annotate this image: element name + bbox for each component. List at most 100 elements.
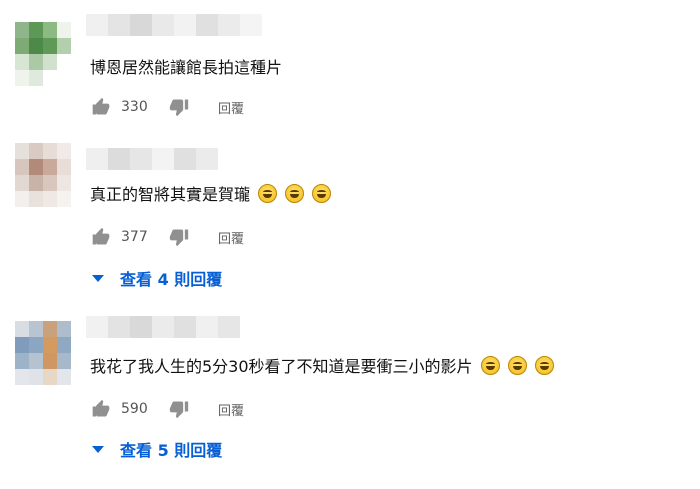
avatar-pixel xyxy=(57,353,71,369)
avatar-pixel xyxy=(29,22,43,38)
thumbs-down-icon[interactable] xyxy=(168,227,190,247)
comment-actions: 377 回覆 xyxy=(90,226,244,248)
avatar-pixel xyxy=(29,38,43,54)
author-pixel xyxy=(152,148,174,170)
avatar-pixel xyxy=(15,70,29,86)
view-replies-button[interactable]: 查看 5 則回覆 xyxy=(90,437,222,461)
avatar-pixel xyxy=(43,191,57,207)
avatar-pixel xyxy=(57,369,71,385)
avatar-pixel xyxy=(57,337,71,353)
avatar-pixel xyxy=(43,175,57,191)
comment-text: 真正的智將其實是賀瓏 xyxy=(90,184,332,206)
thumbs-up-icon[interactable] xyxy=(90,97,112,117)
avatar-pixel xyxy=(43,38,57,54)
avatar-pixel xyxy=(57,70,71,86)
author-name-blurred[interactable] xyxy=(86,316,240,338)
thumbs-down-icon[interactable] xyxy=(168,399,190,419)
author-pixel xyxy=(86,316,108,338)
author-pixel xyxy=(108,148,130,170)
avatar-pixel xyxy=(15,159,29,175)
avatar-pixel xyxy=(15,353,29,369)
caret-down-icon xyxy=(92,274,104,282)
author-pixel xyxy=(108,14,130,36)
avatar-pixel xyxy=(43,70,57,86)
avatar-pixel xyxy=(15,321,29,337)
avatar-pixel xyxy=(57,22,71,38)
author-pixel xyxy=(130,316,152,338)
author-pixel xyxy=(86,148,108,170)
avatar-pixel xyxy=(43,22,57,38)
avatar-pixel xyxy=(29,143,43,159)
thumbs-down-icon[interactable] xyxy=(168,97,190,117)
reply-button[interactable]: 回覆 xyxy=(218,228,244,247)
author-pixel xyxy=(152,316,174,338)
avatar-pixel xyxy=(29,54,43,70)
comment-actions: 330 回覆 xyxy=(90,96,244,118)
avatar[interactable] xyxy=(15,321,71,385)
author-pixel xyxy=(86,14,108,36)
author-name-blurred[interactable] xyxy=(86,14,262,36)
caret-down-icon xyxy=(92,445,104,453)
view-replies-label: 查看 5 則回覆 xyxy=(120,441,223,460)
laughing-emoji-icon xyxy=(285,184,305,203)
thumbs-up-icon[interactable] xyxy=(90,227,112,247)
avatar-pixel xyxy=(43,159,57,175)
author-pixel xyxy=(108,316,130,338)
comment-actions: 590 回覆 xyxy=(90,398,244,420)
avatar-pixel xyxy=(15,54,29,70)
view-replies-button[interactable]: 查看 4 則回覆 xyxy=(90,266,222,290)
author-pixel xyxy=(196,14,218,36)
author-pixel xyxy=(196,316,218,338)
avatar-pixel xyxy=(57,38,71,54)
reply-button[interactable]: 回覆 xyxy=(218,98,244,117)
avatar-pixel xyxy=(29,337,43,353)
avatar-pixel xyxy=(57,175,71,191)
avatar-pixel xyxy=(43,369,57,385)
like-count: 590 xyxy=(121,401,148,417)
author-pixel xyxy=(130,14,152,36)
author-pixel xyxy=(130,148,152,170)
laughing-emoji-icon xyxy=(480,356,500,375)
like-count: 330 xyxy=(121,99,148,115)
avatar-pixel xyxy=(29,353,43,369)
avatar-pixel xyxy=(29,70,43,86)
avatar-pixel xyxy=(43,321,57,337)
avatar-pixel xyxy=(15,38,29,54)
avatar-pixel xyxy=(15,143,29,159)
avatar[interactable] xyxy=(15,22,71,86)
thumbs-up-icon[interactable] xyxy=(90,399,112,419)
like-count: 377 xyxy=(121,229,148,245)
laughing-emoji-icon xyxy=(258,184,278,203)
avatar-pixel xyxy=(29,369,43,385)
avatar-pixel xyxy=(57,54,71,70)
avatar-pixel xyxy=(29,159,43,175)
avatar-pixel xyxy=(15,191,29,207)
laughing-emoji-icon xyxy=(507,356,527,375)
comment-text-content: 我花了我人生的5分30秒看了不知道是要衝三小的影片 xyxy=(90,357,473,376)
author-pixel xyxy=(240,14,262,36)
avatar-pixel xyxy=(15,22,29,38)
avatar-pixel xyxy=(29,321,43,337)
laughing-emoji-icon xyxy=(312,184,332,203)
avatar-pixel xyxy=(43,353,57,369)
avatar-pixel xyxy=(29,175,43,191)
avatar-pixel xyxy=(15,175,29,191)
author-pixel xyxy=(196,148,218,170)
comment-text: 我花了我人生的5分30秒看了不知道是要衝三小的影片 xyxy=(90,356,554,378)
avatar-pixel xyxy=(43,337,57,353)
avatar[interactable] xyxy=(15,143,71,207)
comment-text-content: 博恩居然能讓館長拍這種片 xyxy=(90,58,283,77)
avatar-pixel xyxy=(57,321,71,337)
author-name-blurred[interactable] xyxy=(86,148,218,170)
avatar-pixel xyxy=(57,191,71,207)
author-pixel xyxy=(218,316,240,338)
avatar-pixel xyxy=(57,159,71,175)
author-pixel xyxy=(174,14,196,36)
avatar-pixel xyxy=(15,337,29,353)
author-pixel xyxy=(174,316,196,338)
avatar-pixel xyxy=(29,191,43,207)
reply-button[interactable]: 回覆 xyxy=(218,400,244,419)
view-replies-label: 查看 4 則回覆 xyxy=(120,270,223,289)
comment-text: 博恩居然能讓館長拍這種片 xyxy=(90,57,282,79)
avatar-pixel xyxy=(57,143,71,159)
